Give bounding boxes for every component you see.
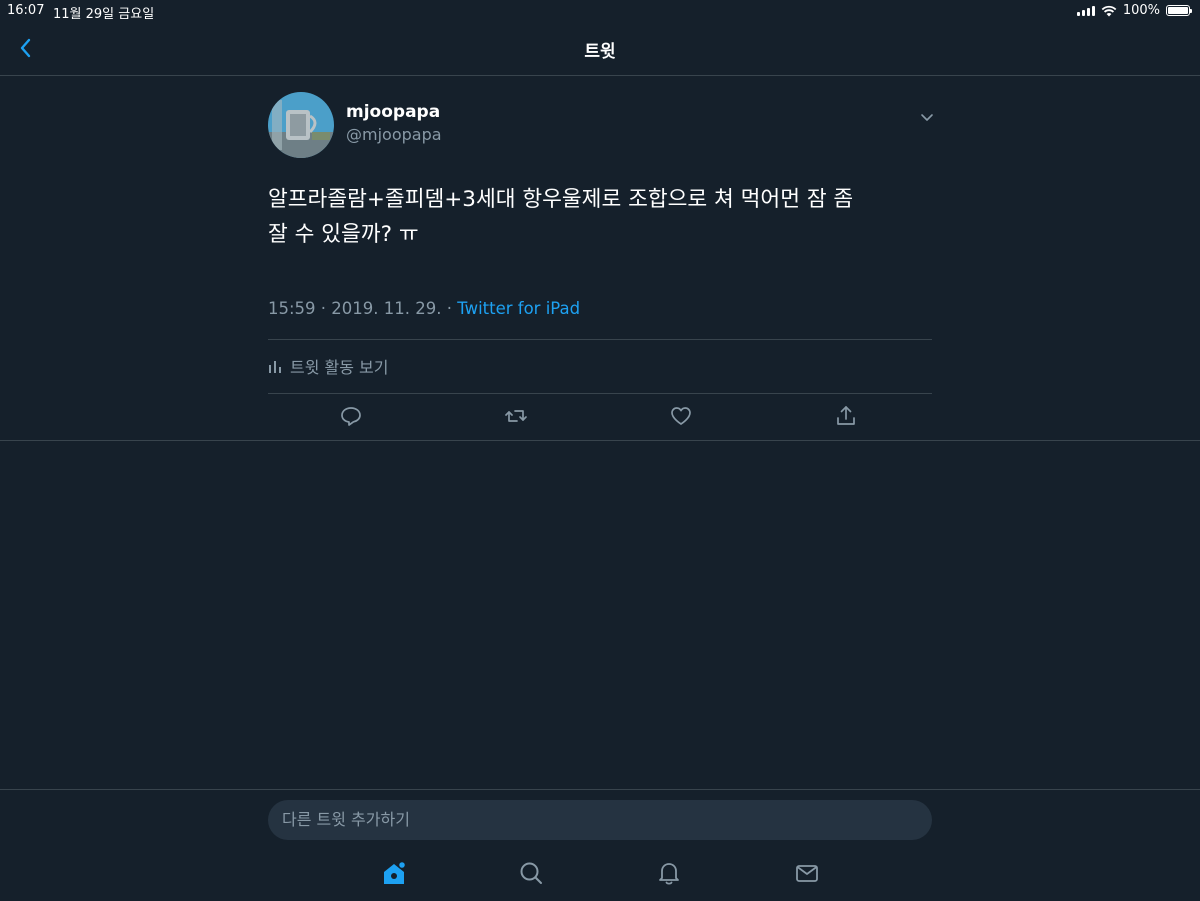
reply-icon [341, 407, 361, 426]
messages-icon [796, 865, 818, 882]
view-tweet-activity-button[interactable]: 트윗 활동 보기 [268, 355, 389, 377]
bottom-bar: 다른 트윗 추가하기 [0, 789, 1200, 901]
retweet-button[interactable] [504, 404, 528, 428]
display-name[interactable]: mjoopapa [346, 102, 440, 122]
tab-messages[interactable] [794, 860, 820, 886]
tweet-text: 알프라졸람+졸피뎀+3세대 항우울제로 조합으로 쳐 먹어먼 잠 좀 잘 수 있… [268, 182, 928, 252]
notifications-icon [659, 863, 679, 885]
reply-input[interactable]: 다른 트윗 추가하기 [268, 800, 932, 840]
share-button[interactable] [834, 404, 858, 428]
analytics-icon [269, 361, 281, 373]
battery-icon [1166, 5, 1192, 16]
tweet-text-line: 잘 수 있을까? ㅠ [268, 222, 419, 247]
tweet-meta: 15:59 · 2019. 11. 29. · Twitter for iPad [268, 299, 580, 318]
battery-percent: 100% [1122, 3, 1160, 18]
chevron-down-icon [921, 114, 933, 121]
tweet-detail: mjoopapa @mjoopapa 알프라졸람+졸피뎀+3세대 항우울제로 조… [0, 76, 1200, 441]
status-indicators: 100% [1076, 3, 1192, 18]
wifi-icon [1101, 5, 1117, 16]
more-options-button[interactable] [918, 108, 936, 126]
status-bar: 16:07 11월 29일 금요일 100% [0, 0, 1200, 22]
avatar[interactable] [268, 92, 334, 158]
divider [268, 393, 932, 394]
tweet-text-line: 알프라졸람+졸피뎀+3세대 항우울제로 조합으로 쳐 먹어먼 잠 좀 [268, 187, 854, 212]
status-time: 16:07 [7, 3, 45, 18]
tab-notifications[interactable] [656, 860, 682, 886]
tweet-source-link[interactable]: Twitter for iPad [457, 299, 580, 318]
search-icon [520, 862, 542, 884]
cellular-signal-icon [1076, 5, 1095, 16]
tweet-timestamp: 15:59 · 2019. 11. 29. · [268, 299, 458, 318]
page-title: 트윗 [584, 42, 616, 62]
retweet-icon [505, 410, 527, 422]
nav-bar: 트윗 [0, 22, 1200, 76]
tweet-actions [268, 402, 932, 432]
status-date: 11월 29일 금요일 [53, 7, 155, 22]
view-tweet-activity-label: 트윗 활동 보기 [290, 358, 389, 377]
user-handle[interactable]: @mjoopapa [346, 125, 442, 144]
reply-button[interactable] [339, 404, 363, 428]
like-icon [671, 407, 691, 425]
share-icon [837, 406, 855, 425]
tab-search[interactable] [518, 860, 544, 886]
avatar-image [268, 92, 334, 158]
like-button[interactable] [669, 404, 693, 428]
battery-level [1168, 7, 1188, 14]
divider [268, 339, 932, 340]
tab-home[interactable] [381, 860, 407, 886]
home-icon [384, 860, 407, 884]
